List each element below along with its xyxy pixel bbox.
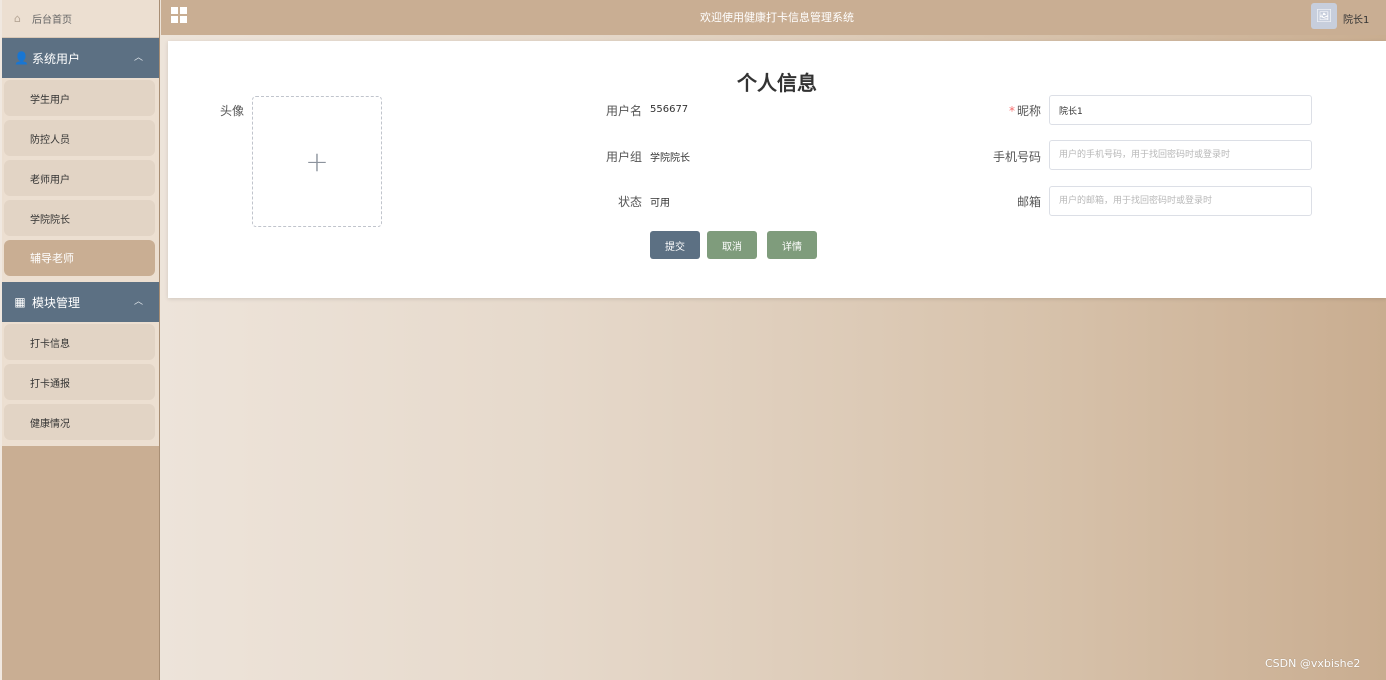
nickname-label-text: 昵称 — [1016, 104, 1041, 118]
plus-icon: + — [305, 145, 329, 178]
user-group-value: 学院院长 — [650, 153, 690, 164]
username-value: 556677 — [650, 104, 689, 115]
username-label: 用户名 — [605, 104, 642, 118]
sidebar-group-title: 系统用户 — [32, 51, 81, 66]
phone-label: 手机号码 — [992, 150, 1041, 164]
sidebar-item-prevention-staff[interactable]: 防控人员 — [4, 120, 155, 156]
profile-card: 个人信息 头像 + 用户名 556677 用户组 学院院长 状态 可用 * 昵称 … — [168, 41, 1386, 298]
sidebar-list-modules: 打卡信息 打卡通报 健康情况 — [2, 322, 159, 446]
detail-button[interactable]: 详情 — [767, 231, 817, 259]
sidebar-item-deans[interactable]: 学院院长 — [4, 200, 155, 236]
sidebar-item-counselors[interactable]: 辅导老师 — [4, 240, 155, 276]
user-group-label: 用户组 — [605, 150, 642, 164]
sidebar-home-link[interactable]: ⌂ 后台首页 — [2, 0, 159, 38]
avatar-label: 头像 — [219, 104, 244, 118]
chevron-up-icon[interactable]: ︿ — [134, 50, 143, 63]
email-input[interactable] — [1049, 186, 1312, 216]
email-label: 邮箱 — [1016, 195, 1041, 209]
sidebar-group-modules[interactable]: ▦ 模块管理 ︿ — [2, 282, 159, 322]
phone-input[interactable] — [1049, 140, 1312, 170]
sidebar-group-title: 模块管理 — [32, 295, 81, 310]
sidebar-group-system-users[interactable]: 👤 系统用户 ︿ — [2, 38, 159, 78]
status-value: 可用 — [650, 198, 670, 209]
grid-icon: ▦ — [14, 295, 26, 309]
required-mark: * — [1008, 104, 1015, 118]
top-header: 欢迎使用健康打卡信息管理系统 🖼 院长1 — [161, 0, 1386, 35]
sidebar-item-checkin-notice[interactable]: 打卡通报 — [4, 364, 155, 400]
nickname-label: * 昵称 — [968, 102, 1041, 119]
header-username[interactable]: 院长1 — [1343, 11, 1369, 26]
sidebar-home-label: 后台首页 — [32, 15, 72, 26]
cancel-button[interactable]: 取消 — [707, 231, 757, 259]
sidebar-item-students[interactable]: 学生用户 — [4, 80, 155, 116]
sidebar-item-checkin-info[interactable]: 打卡信息 — [4, 324, 155, 360]
avatar-uploader[interactable]: + — [252, 96, 382, 227]
sidebar-item-health-status[interactable]: 健康情况 — [4, 404, 155, 440]
home-icon: ⌂ — [14, 11, 21, 25]
sidebar-item-teachers[interactable]: 老师用户 — [4, 160, 155, 196]
status-label: 状态 — [617, 195, 642, 209]
user-icon: 👤 — [14, 51, 29, 65]
chevron-up-icon[interactable]: ︿ — [134, 294, 143, 307]
submit-button[interactable]: 提交 — [650, 231, 700, 259]
page-title: 个人信息 — [737, 71, 817, 95]
header-title: 欢迎使用健康打卡信息管理系统 — [700, 11, 854, 24]
watermark: CSDN @vxbishe2 — [1265, 657, 1361, 670]
nickname-input[interactable] — [1049, 95, 1312, 125]
sidebar: ⌂ 后台首页 👤 系统用户 ︿ 学生用户 防控人员 老师用户 学院院长 辅导老师… — [2, 0, 160, 680]
user-avatar-icon[interactable]: 🖼 — [1311, 3, 1337, 29]
sidebar-list-system-users: 学生用户 防控人员 老师用户 学院院长 辅导老师 — [2, 78, 159, 282]
